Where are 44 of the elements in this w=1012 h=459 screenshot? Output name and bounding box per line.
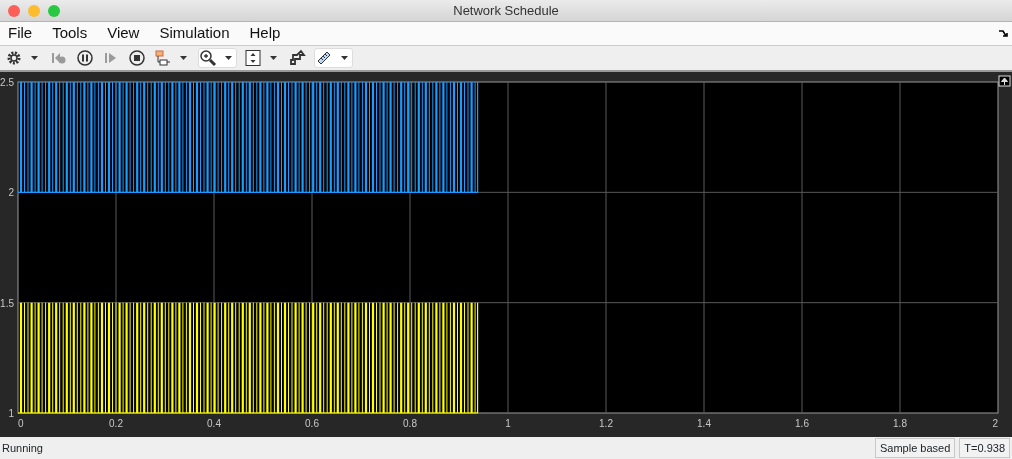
ruler-icon bbox=[315, 49, 333, 67]
pause-icon bbox=[76, 49, 94, 67]
axis-tick-label: 1.8 bbox=[893, 418, 907, 429]
zoom-in-button[interactable] bbox=[198, 48, 237, 68]
menu-item[interactable]: Simulation bbox=[159, 22, 230, 45]
settings-icon bbox=[5, 49, 23, 67]
highlight-button[interactable] bbox=[288, 48, 308, 68]
axis-tick-label: 2 bbox=[8, 187, 14, 199]
menu-item[interactable]: View bbox=[107, 22, 140, 45]
highlight-icon bbox=[289, 49, 307, 67]
pause-button[interactable] bbox=[75, 48, 95, 68]
fit-axes-icon bbox=[244, 49, 262, 67]
sim-time-label: T=0.938 bbox=[959, 437, 1010, 459]
caret-icon bbox=[341, 56, 348, 60]
stop-button[interactable] bbox=[127, 48, 147, 68]
caret-icon bbox=[180, 56, 187, 60]
axis-tick-label: 1.4 bbox=[697, 418, 711, 429]
axis-tick-label: 1.6 bbox=[795, 418, 809, 429]
sample-mode-label: Sample based bbox=[875, 437, 956, 459]
undock-icon[interactable] bbox=[998, 29, 1008, 39]
zoom-in-icon bbox=[199, 49, 217, 67]
axis-tick-label: 1.5 bbox=[0, 297, 14, 309]
axis-tick-label: 2.5 bbox=[0, 77, 14, 88]
caret-icon bbox=[270, 56, 277, 60]
axis-tick-label: 1 bbox=[505, 418, 511, 429]
menu-item[interactable]: File bbox=[8, 22, 33, 45]
axis-tick-label: 1 bbox=[8, 408, 14, 419]
axis-tick-label: 1.2 bbox=[599, 418, 613, 429]
signal-selector-icon bbox=[154, 49, 172, 67]
status-text: Running bbox=[2, 440, 43, 456]
ruler-button[interactable] bbox=[314, 48, 353, 68]
axis-tick-label: 0 bbox=[18, 418, 24, 429]
axis-tick-label: 0.8 bbox=[403, 418, 417, 429]
autoscale-icon[interactable] bbox=[998, 75, 1011, 87]
axis-tick-label: 0.4 bbox=[207, 418, 221, 429]
menu-item[interactable]: Help bbox=[249, 22, 281, 45]
stop-icon bbox=[128, 49, 146, 67]
window-title: Network Schedule bbox=[453, 1, 559, 20]
menu-item[interactable]: Tools bbox=[52, 22, 88, 45]
caret-icon bbox=[31, 56, 38, 60]
axis-tick-label: 0.2 bbox=[109, 418, 123, 429]
axis-tick-label: 2 bbox=[992, 418, 998, 429]
axis-tick-label: 0.6 bbox=[305, 418, 319, 429]
caret-icon bbox=[225, 56, 232, 60]
